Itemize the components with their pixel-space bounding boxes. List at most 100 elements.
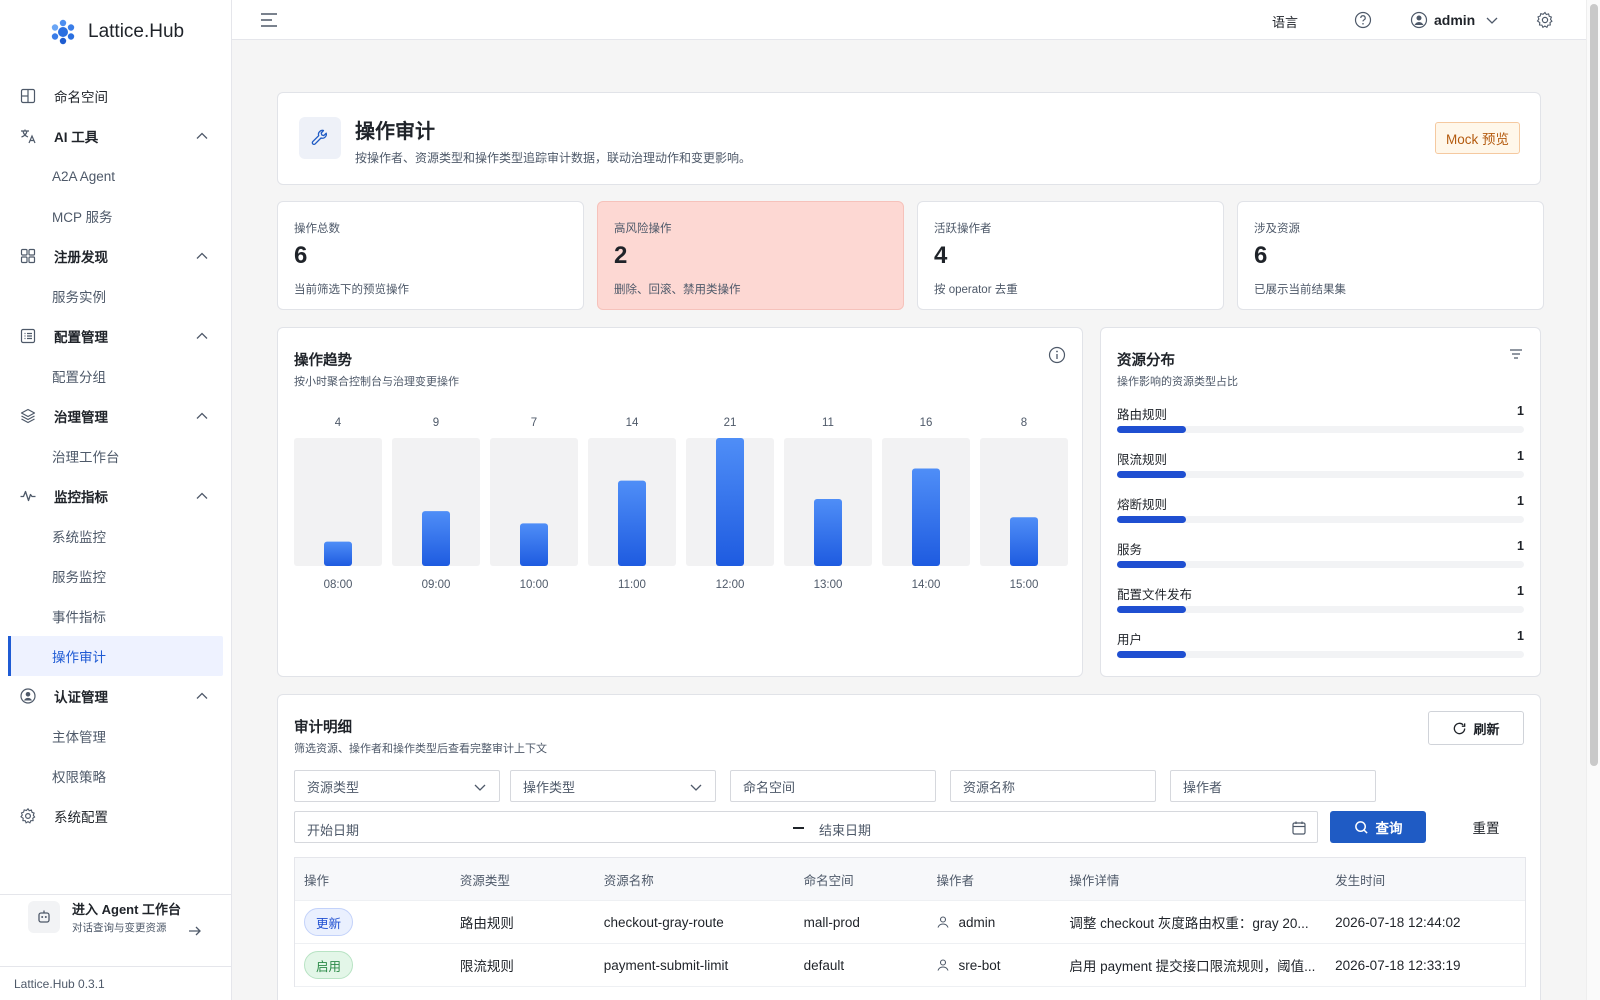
page-title: 操作审计 [355, 121, 435, 143]
gear-icon [18, 806, 38, 826]
user-name: admin [1434, 12, 1476, 28]
user-icon [937, 916, 949, 928]
sidebar-item-9[interactable]: 治理工作台 [0, 436, 231, 476]
info-icon[interactable] [1048, 346, 1066, 364]
table-row[interactable]: 更新 路由规则 checkout-gray-route mall-prod admin 调… [295, 901, 1525, 944]
sidebar-item-17[interactable]: 权限策略 [0, 756, 231, 796]
sidebar-item-14[interactable]: 操作审计 [8, 636, 223, 676]
page-description: 按操作者、资源类型和操作类型追踪审计数据，联动治理动作和变更影响。 [355, 151, 752, 165]
column-header[interactable]: 操作 [295, 870, 460, 889]
sidebar-item-label: 系统监控 [52, 530, 106, 545]
operator-name: sre-bot [958, 957, 1001, 973]
chevron-up-icon[interactable] [195, 409, 209, 423]
brand[interactable]: Lattice.Hub [0, 0, 231, 64]
detail-title: 审计明细 [294, 720, 352, 736]
operation-type-placeholder: 操作类型 [523, 779, 576, 795]
end-date-placeholder[interactable]: 结束日期 [819, 820, 871, 839]
menu-toggle-icon[interactable] [260, 12, 278, 28]
chevron-up-icon[interactable] [195, 689, 209, 703]
layers-icon [18, 406, 38, 426]
filter-icon[interactable] [1508, 346, 1524, 362]
user-menu[interactable]: admin [1410, 11, 1505, 29]
query-label: 查询 [1375, 821, 1403, 836]
distribution-bar-track [1117, 516, 1524, 523]
operation-cell: 启用 [295, 951, 460, 979]
resource-type-select[interactable]: 资源类型 [294, 770, 500, 802]
column-header[interactable]: 资源类型 [460, 870, 604, 889]
sidebar-item-7[interactable]: 配置分组 [0, 356, 231, 396]
stat-value: 4 [934, 242, 948, 269]
date-range-picker[interactable]: 开始日期 结束日期 [294, 811, 1318, 843]
chevron-up-icon[interactable] [195, 249, 209, 263]
sidebar-item-1[interactable]: AI 工具 [0, 116, 231, 156]
sidebar-item-8[interactable]: 治理管理 [0, 396, 231, 436]
bar-value-label: 21 [724, 417, 737, 429]
sidebar-item-6[interactable]: 配置管理 [0, 316, 231, 356]
operation-tag: 启用 [304, 951, 354, 979]
operator-name: admin [958, 914, 996, 930]
sidebar-item-18[interactable]: 系统配置 [0, 796, 231, 836]
bar-15:00 [1010, 517, 1038, 566]
time-cell: 2026-07-18 12:33:19 [1335, 957, 1461, 973]
sidebar-item-3[interactable]: MCP 服务 [0, 196, 231, 236]
sidebar-item-5[interactable]: 服务实例 [0, 276, 231, 316]
stat-card: 高风险操作 2 删除、回滚、禁用类操作 [597, 201, 904, 310]
stat-label: 活跃操作者 [934, 223, 992, 235]
query-button[interactable]: 查询 [1330, 811, 1426, 843]
stat-value: 2 [614, 242, 628, 269]
distribution-bar-track [1117, 426, 1524, 433]
sidebar-item-4[interactable]: 注册发现 [0, 236, 231, 276]
sidebar-item-13[interactable]: 事件指标 [0, 596, 231, 636]
start-date-placeholder[interactable]: 开始日期 [307, 820, 359, 839]
settings-icon[interactable] [1536, 11, 1554, 29]
column-header[interactable]: 发生时间 [1335, 870, 1525, 889]
help-icon[interactable] [1354, 11, 1372, 29]
sidebar-item-10[interactable]: 监控指标 [0, 476, 231, 516]
x-tick-label: 15:00 [1010, 579, 1039, 591]
reset-button[interactable]: 重置 [1438, 811, 1534, 843]
column-header[interactable]: 操作者 [936, 870, 1069, 889]
distribution-name: 服务 [1117, 543, 1143, 557]
namespace-input[interactable]: 命名空间 [730, 770, 936, 802]
stat-value: 6 [1254, 242, 1268, 269]
bar-value-label: 9 [433, 417, 439, 429]
sidebar: Lattice.Hub 命名空间 AI 工具 A2A Agent MCP 服务 注册发现… [0, 0, 232, 1000]
distribution-bar-fill [1117, 426, 1187, 433]
column-header[interactable]: 资源名称 [604, 870, 804, 889]
audit-table: 操作 资源类型 资源名称 命名空间 操作者 操作详情 发生时间 更新 路由规则 checkout… [294, 857, 1526, 987]
bar-14:00 [912, 468, 940, 566]
language-switch[interactable]: 语言 [1272, 12, 1298, 31]
sidebar-item-11[interactable]: 系统监控 [0, 516, 231, 556]
page-scrollbar[interactable] [1586, 0, 1600, 1000]
distribution-row: 熔断规则 1 [1117, 494, 1524, 539]
agent-workbench-entry[interactable]: 进入 Agent 工作台 对话查询与变更资源 [0, 894, 231, 938]
distribution-subtitle: 操作影响的资源类型占比 [1117, 376, 1238, 388]
distribution-bar-track [1117, 561, 1524, 568]
chevron-up-icon[interactable] [195, 329, 209, 343]
scrollbar-thumb[interactable] [1590, 4, 1598, 766]
page-header: 操作审计 按操作者、资源类型和操作类型追踪审计数据，联动治理动作和变更影响。 M… [277, 92, 1541, 185]
sidebar-item-12[interactable]: 服务监控 [0, 556, 231, 596]
chevron-up-icon[interactable] [195, 489, 209, 503]
sidebar-item-16[interactable]: 主体管理 [0, 716, 231, 756]
column-header[interactable]: 操作详情 [1069, 870, 1335, 889]
chevron-up-icon[interactable] [195, 129, 209, 143]
resource-name-input[interactable]: 资源名称 [950, 770, 1156, 802]
distribution-value: 1 [1517, 494, 1524, 508]
sidebar-item-0[interactable]: 命名空间 [0, 76, 231, 116]
calendar-icon [1292, 821, 1306, 835]
sidebar-item-2[interactable]: A2A Agent [0, 156, 231, 196]
sidebar-item-15[interactable]: 认证管理 [0, 676, 231, 716]
chevron-down-icon [1486, 17, 1498, 24]
column-header[interactable]: 命名空间 [804, 870, 937, 889]
refresh-button[interactable]: 刷新 [1428, 711, 1524, 745]
topbar: 语言 admin [232, 0, 1586, 40]
distribution-value: 1 [1517, 539, 1524, 553]
sidebar-item-label: 认证管理 [54, 690, 108, 705]
operation-type-select[interactable]: 操作类型 [510, 770, 716, 802]
operator-input[interactable]: 操作者 [1170, 770, 1376, 802]
operator-cell: sre-bot [936, 958, 1069, 973]
sidebar-item-label: 治理工作台 [52, 450, 120, 465]
table-row[interactable]: 启用 限流规则 payment-submit-limit default sre-bot… [295, 944, 1525, 987]
distribution-row: 配置文件发布 1 [1117, 584, 1524, 629]
